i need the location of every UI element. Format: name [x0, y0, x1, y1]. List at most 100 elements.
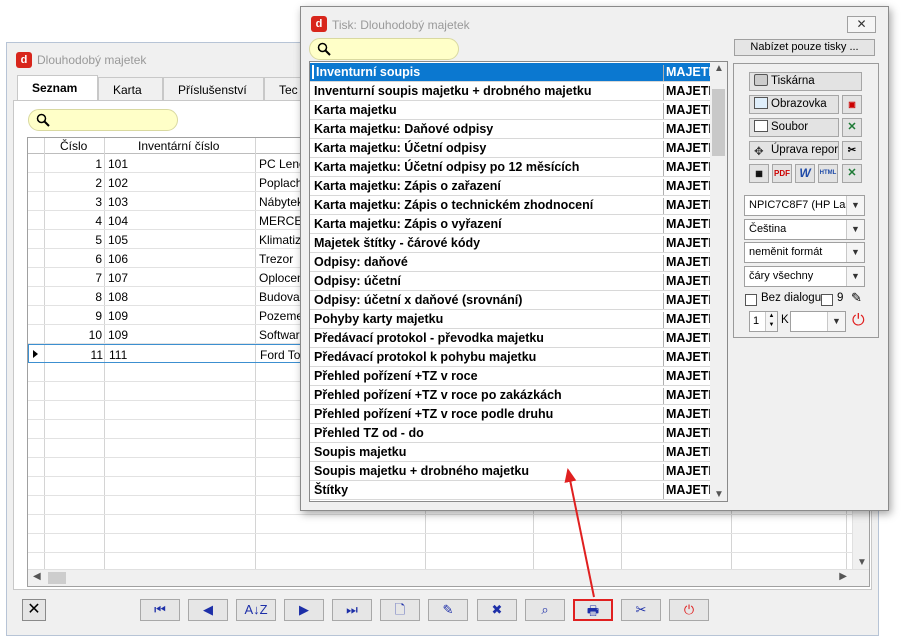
report-name: Karta majetku: Zápis o vyřazení [314, 217, 502, 231]
report-list-item[interactable]: Odpisy: účetní x daňové (srovnání) MAJETE… [310, 291, 713, 310]
screen-export-icon[interactable]: ▣ [842, 95, 862, 114]
cell-cislo: 7 [95, 271, 102, 285]
report-list-item[interactable]: Inventurní soupis majetku + drobného maj… [310, 82, 713, 101]
hscroll-thumb[interactable] [48, 572, 66, 584]
new-record-button[interactable]: 🗋 [380, 599, 420, 621]
excel-icon[interactable]: ✕ [842, 118, 862, 137]
edit-report-button[interactable]: ✥ Úprava repor [749, 141, 839, 160]
report-list-item[interactable]: Soupis majetku MAJETEK [310, 443, 713, 462]
report-search-input[interactable] [309, 38, 459, 60]
scroll-left-icon[interactable]: ◀ [33, 571, 41, 582]
report-list-item[interactable]: Karta majetku: Zápis o technickém zhodno… [310, 196, 713, 215]
html-icon[interactable]: HTML [818, 164, 838, 183]
report-module: MAJETEK [663, 369, 713, 386]
report-list-item[interactable]: Přehled pořízení +TZ v roce podle druhu M… [310, 405, 713, 424]
chevron-down-icon: ▼ [846, 220, 864, 239]
excel-export-icon[interactable]: ✕ [842, 164, 862, 183]
report-list-item[interactable]: Karta majetku: Zápis o zařazení MAJETEK [310, 177, 713, 196]
report-list-item[interactable]: Štítky MAJETEK [310, 481, 713, 500]
report-list-scrollbar[interactable]: ▲ ▼ [710, 62, 727, 501]
pdf-icon[interactable]: PDF [772, 164, 792, 183]
nine-label: 9 [837, 292, 844, 304]
report-list-item[interactable]: Přehled pořízení +TZ v roce po zakázkách… [310, 386, 713, 405]
report-list[interactable]: Inventurní soupisMAJETEKInventurní soupi… [309, 61, 728, 502]
find-icon: ⌕ [541, 602, 549, 617]
exit-button[interactable]: ⏻ [669, 599, 709, 621]
cell-inventarni-cislo: 101 [108, 157, 129, 171]
col-header-inventarni-cislo[interactable]: Inventární číslo [138, 139, 219, 153]
report-list-item[interactable]: Přehled pořízení +TZ v roce MAJETEK [310, 367, 713, 386]
scroll-down-icon[interactable]: ▼ [857, 557, 867, 568]
stepper-arrows-icon[interactable]: ▲ ▼ [765, 312, 777, 331]
last-record-button[interactable]: ⏭ [332, 599, 372, 621]
report-name: Karta majetku [314, 103, 397, 117]
col-header-cislo[interactable]: Číslo [60, 139, 87, 153]
delete-record-button[interactable]: ✖ [477, 599, 517, 621]
first-record-button[interactable]: ⏮ [140, 599, 180, 621]
file-button[interactable]: Soubor [749, 118, 839, 137]
edit-record-icon: ✎ [442, 602, 454, 617]
report-list-item[interactable]: Přehled TZ od - do MAJETEK [310, 424, 713, 443]
report-list-item[interactable]: Odpisy: účetní MAJETEK [310, 272, 713, 291]
offer-only-prints-button[interactable]: Nabízet pouze tisky ... [734, 39, 875, 56]
tools-icon[interactable]: ✂ [842, 141, 862, 160]
report-list-item[interactable]: Předávací protokol k pohybu majetku MAJET… [310, 348, 713, 367]
report-list-item[interactable]: Karta majetku: Účetní odpisy MAJETEK [310, 139, 713, 158]
exit-icon: ⏻ [683, 602, 695, 617]
tab-prislusenstvi[interactable]: Příslušenství [163, 77, 264, 101]
report-list-item[interactable]: Odpisy: daňové MAJETEK [310, 253, 713, 272]
grid-horizontal-scrollbar[interactable]: ◀ ▶ [28, 569, 869, 586]
report-list-item[interactable]: Inventurní soupis MAJETEK [310, 63, 713, 82]
tools-button[interactable]: ✂ [621, 599, 661, 621]
k-select[interactable]: ▼ [790, 311, 846, 332]
dialog-title: Tisk: Dlouhodobý majetek [332, 18, 470, 32]
printer-button[interactable]: Tiskárna [749, 72, 862, 91]
no-dialog-checkbox[interactable] [745, 294, 757, 306]
chevron-down-icon: ▼ [846, 196, 864, 215]
scroll-down-icon[interactable]: ▼ [714, 489, 724, 500]
report-list-item[interactable]: Karta majetku MAJETEK [310, 101, 713, 120]
word-icon[interactable]: W [795, 164, 815, 183]
prev-record-button[interactable]: ◀ [188, 599, 228, 621]
printer-select[interactable]: NPIC7C8F7 (HP Lase ▼ [744, 195, 865, 216]
report-scroll-thumb[interactable] [712, 89, 725, 156]
find-button[interactable]: ⌕ [525, 599, 565, 621]
report-module: MAJETEK [663, 293, 713, 310]
report-list-item[interactable]: Karta majetku: Zápis o vyřazení MAJETEK [310, 215, 713, 234]
tab-seznam[interactable]: Seznam [17, 75, 98, 102]
print-icon: 🖶 [586, 603, 600, 618]
report-module: MAJETEK [663, 255, 713, 272]
language-select[interactable]: Čeština ▼ [744, 219, 865, 240]
cell-cislo: 11 [90, 348, 103, 362]
format-select[interactable]: neměnit formát ▼ [744, 242, 865, 263]
copies-stepper[interactable]: 1 ▲ ▼ [749, 311, 778, 332]
report-list-item[interactable]: Předávací protokol - převodka majetku MAJ… [310, 329, 713, 348]
report-list-item[interactable]: Soupis majetku + drobného majetku MAJETEK [310, 462, 713, 481]
report-list-item[interactable]: Majetek štítky - čárové kódy MAJETEK [310, 234, 713, 253]
tab-karta[interactable]: Karta [98, 77, 163, 101]
cell-inventarni-cislo: 103 [108, 195, 129, 209]
dialog-close-button[interactable]: ✕ [847, 16, 876, 33]
main-search-input[interactable] [28, 109, 178, 131]
report-list-item[interactable]: Karta majetku: Daňové odpisy MAJETEK [310, 120, 713, 139]
scroll-up-icon[interactable]: ▲ [714, 63, 724, 74]
lines-select[interactable]: čáry všechny ▼ [744, 266, 865, 287]
report-list-item[interactable]: Pohyby karty majetku MAJETEK [310, 310, 713, 329]
new-record-icon: 🗋 [394, 602, 406, 617]
wizard-icon[interactable]: ✎ [851, 290, 862, 306]
grid-row-line [28, 552, 869, 553]
sort-button[interactable]: A↓Z [236, 599, 276, 621]
report-list-item[interactable]: Karta majetku: Účetní odpisy po 12 měsíc… [310, 158, 713, 177]
close-form-button[interactable]: ✕ [22, 599, 46, 621]
screen-button[interactable]: Obrazovka [749, 95, 839, 114]
power-icon[interactable]: ⏻ [852, 312, 865, 330]
print-button[interactable]: 🖶 [573, 599, 613, 621]
search-icon [317, 42, 331, 56]
cell-cislo: 3 [95, 195, 102, 209]
edit-record-button[interactable]: ✎ [428, 599, 468, 621]
cell-inventarni-cislo: 108 [108, 290, 129, 304]
table-icon[interactable]: ▦ [749, 164, 769, 183]
nine-checkbox[interactable] [821, 294, 833, 306]
next-record-button[interactable]: ▶ [284, 599, 324, 621]
scroll-right-icon[interactable]: ▶ [839, 571, 847, 582]
